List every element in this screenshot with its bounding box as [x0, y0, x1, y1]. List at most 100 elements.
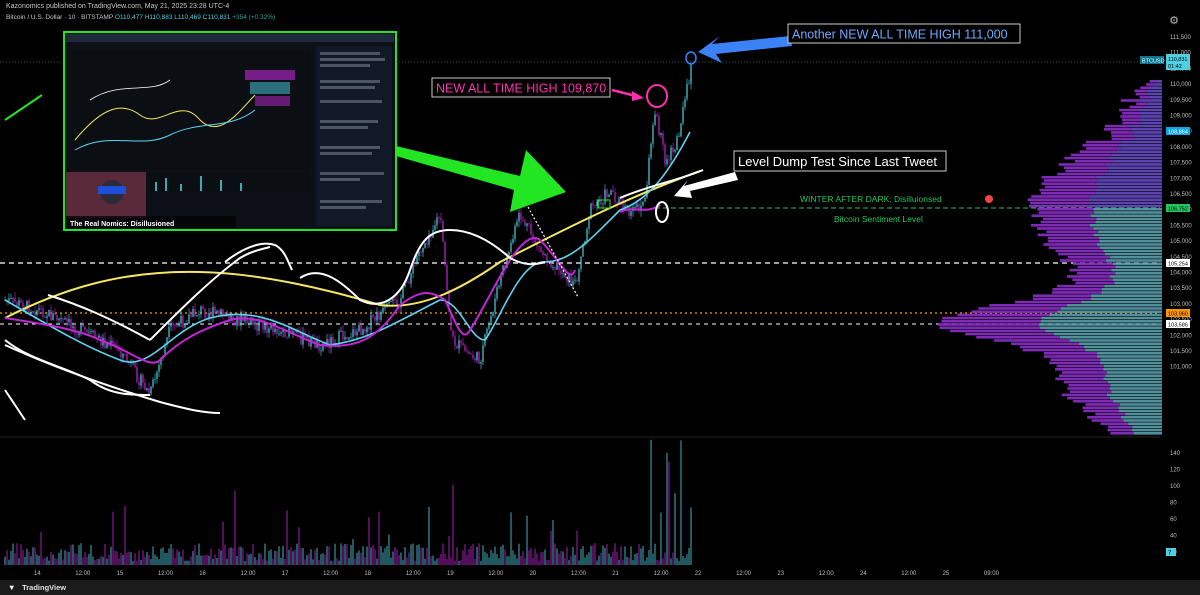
- candle-body: [360, 324, 362, 335]
- profile-bar-sell: [1082, 144, 1119, 147]
- profile-bar-sell: [1120, 115, 1140, 118]
- volume-bar: [16, 543, 18, 565]
- volume-bars: [4, 439, 692, 565]
- candle-body: [64, 318, 66, 320]
- candle-body: [236, 315, 238, 326]
- volume-bar: [396, 549, 398, 565]
- profile-bar-buy: [1147, 102, 1162, 105]
- profile-bar-buy: [1103, 368, 1162, 371]
- candle-body: [246, 316, 248, 324]
- price-tick: 111,500: [1170, 35, 1191, 41]
- profile-bar-buy: [1109, 387, 1162, 390]
- profile-bar-sell: [1120, 99, 1140, 102]
- volume-bar: [246, 553, 248, 565]
- volume-bar: [500, 546, 502, 565]
- profile-bar-buy: [1140, 118, 1162, 121]
- profile-bar-buy: [1116, 150, 1162, 153]
- volume-bar: [682, 555, 684, 565]
- candle-body: [278, 333, 280, 335]
- volume-bar: [574, 554, 576, 565]
- candle-body: [168, 326, 170, 338]
- volume-bar: [656, 559, 658, 565]
- time-tick: 18: [364, 571, 371, 577]
- tradingview-logo-icon[interactable]: ▼: [8, 583, 20, 592]
- volume-bar: [638, 543, 640, 565]
- volume-bar: [674, 493, 676, 565]
- white-level-tag: 105,254: [1168, 262, 1188, 268]
- volume-bar: [236, 555, 238, 565]
- volume-bar: [272, 558, 274, 565]
- volume-bar: [134, 553, 136, 565]
- candle-body: [408, 282, 410, 284]
- profile-bar-sell: [1073, 400, 1114, 403]
- price-chart[interactable]: The Real Nomics: Disillusioned Another N…: [0, 0, 1200, 580]
- countdown-timer: 01:42: [1168, 64, 1182, 70]
- volume-bar: [590, 545, 592, 565]
- profile-bar-sell: [1057, 172, 1105, 176]
- time-tick: 17: [282, 571, 289, 577]
- candle-body: [406, 282, 408, 284]
- candle-body: [338, 331, 340, 345]
- price-tick: 109,500: [1170, 98, 1192, 104]
- candle-body: [286, 336, 288, 338]
- profile-bar-buy: [1118, 406, 1162, 409]
- candle-body: [136, 366, 138, 382]
- candle-body: [364, 329, 366, 333]
- candle-body: [154, 378, 156, 380]
- volume-bar: [462, 550, 464, 565]
- volume-bar: [286, 510, 288, 565]
- volume-bar: [252, 543, 254, 565]
- profile-bar-sell: [1070, 153, 1112, 157]
- inset-screenshot: The Real Nomics: Disillusioned: [63, 31, 397, 231]
- volume-bar: [202, 555, 204, 565]
- candle-body: [556, 262, 558, 270]
- candle-body: [382, 307, 384, 313]
- volume-bar: [684, 557, 686, 565]
- volume-bar: [566, 546, 568, 565]
- candle-body: [112, 340, 114, 344]
- profile-bar-buy: [1140, 112, 1162, 115]
- footer-brand[interactable]: TradingView: [22, 583, 66, 592]
- profile-bar-buy: [1103, 377, 1162, 381]
- volume-bar: [372, 545, 374, 565]
- candle-body: [368, 327, 370, 330]
- candle-body: [152, 379, 154, 387]
- profile-bar-sell: [1049, 361, 1101, 365]
- volume-bar: [662, 558, 664, 565]
- candle-body: [422, 247, 424, 253]
- profile-bar-buy: [1115, 265, 1162, 269]
- volume-bar: [276, 551, 278, 565]
- candle-body: [84, 326, 86, 330]
- profile-bar-sell: [1054, 368, 1104, 371]
- candle-body: [10, 298, 12, 299]
- candle-body: [186, 323, 188, 325]
- candle-body: [418, 251, 420, 257]
- volume-bar: [338, 560, 340, 565]
- volume-bar: [88, 553, 90, 565]
- volume-bar: [156, 556, 158, 565]
- volume-bar: [584, 557, 586, 565]
- volume-bar: [538, 560, 540, 565]
- candle-body: [676, 136, 678, 151]
- volume-bar: [254, 557, 256, 565]
- volume-bar: [548, 559, 550, 565]
- volume-bar: [8, 559, 10, 565]
- volume-bar: [588, 552, 590, 565]
- profile-bar-sell: [1069, 390, 1112, 393]
- candle-body: [370, 315, 372, 330]
- candle-body: [490, 315, 492, 323]
- candle-body: [644, 197, 646, 202]
- candle-body: [642, 201, 644, 206]
- time-tick: 12:00: [158, 571, 174, 577]
- profile-bar-sell: [1048, 246, 1100, 249]
- profile-bar-sell: [1043, 352, 1098, 355]
- candle-body: [562, 273, 564, 275]
- volume-bar: [478, 543, 480, 565]
- profile-bar-buy: [1155, 80, 1162, 83]
- profile-bar-buy: [1104, 284, 1162, 288]
- volume-bar: [118, 558, 120, 565]
- profile-bar-buy: [1111, 153, 1162, 157]
- candle-body: [190, 314, 192, 317]
- profile-bar-buy: [1093, 233, 1162, 237]
- volume-bar: [340, 543, 342, 565]
